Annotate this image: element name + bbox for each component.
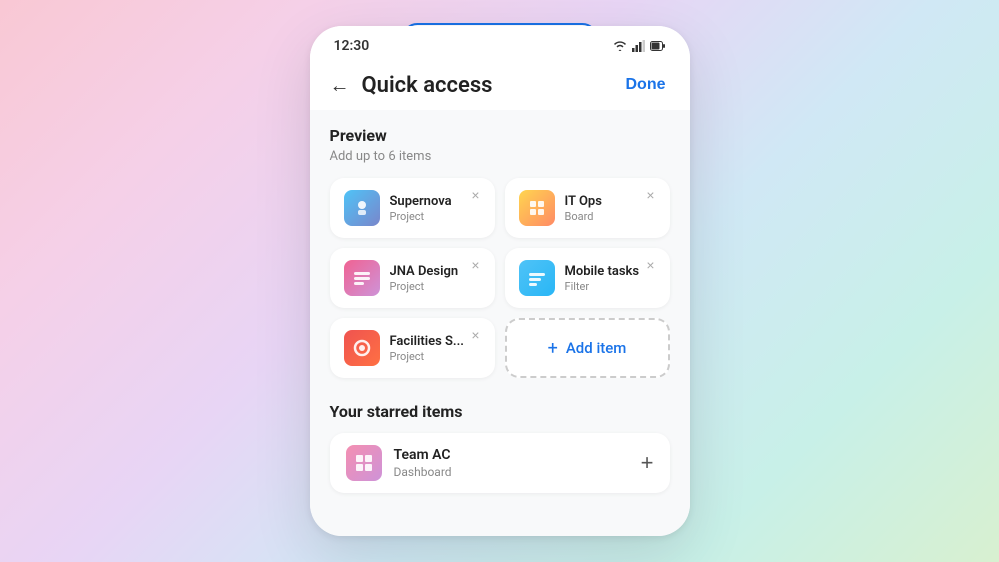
- supernova-icon: [344, 190, 380, 226]
- list-item: Supernova Project ×: [330, 178, 495, 238]
- list-item: JNA Design Project ×: [330, 248, 495, 308]
- jna-icon: [344, 260, 380, 296]
- team-ac-info: Team AC Dashboard: [394, 447, 629, 479]
- team-ac-type: Dashboard: [394, 465, 629, 479]
- supernova-type: Project: [390, 210, 481, 223]
- team-ac-name: Team AC: [394, 447, 629, 463]
- starred-section: Your starred items Team AC Dashboard +: [330, 402, 670, 493]
- remove-mobile-button[interactable]: ×: [642, 256, 660, 274]
- list-item: Facilities S... Project ×: [330, 318, 495, 378]
- status-icons: [612, 40, 666, 52]
- facilities-icon: [344, 330, 380, 366]
- add-item-plus-icon: +: [548, 338, 558, 359]
- remove-itops-button[interactable]: ×: [642, 186, 660, 204]
- status-bar: 12:30: [310, 26, 690, 62]
- remove-jna-button[interactable]: ×: [467, 256, 485, 274]
- starred-title: Your starred items: [330, 402, 670, 421]
- itops-type: Board: [565, 210, 656, 223]
- itops-icon: [519, 190, 555, 226]
- header-left: ← Quick access: [330, 73, 493, 98]
- list-item: Team AC Dashboard +: [330, 433, 670, 493]
- battery-icon: [650, 41, 666, 51]
- done-button[interactable]: Done: [622, 72, 670, 98]
- remove-facilities-button[interactable]: ×: [467, 326, 485, 344]
- remove-supernova-button[interactable]: ×: [467, 186, 485, 204]
- back-button[interactable]: ←: [330, 73, 350, 98]
- add-item-label: Add item: [566, 339, 627, 357]
- list-item: Mobile tasks Filter ×: [505, 248, 670, 308]
- wifi-icon: [612, 40, 628, 52]
- mobile-type: Filter: [565, 280, 656, 293]
- list-item: IT Ops Board ×: [505, 178, 670, 238]
- add-item-button[interactable]: + Add item: [505, 318, 670, 378]
- facilities-type: Project: [390, 350, 481, 363]
- mobile-icon: [519, 260, 555, 296]
- items-grid: Supernova Project ×: [330, 178, 670, 378]
- phone-frame: 12:30 ← Qu: [310, 26, 690, 536]
- page-title: Quick access: [362, 73, 493, 98]
- preview-title: Preview: [330, 126, 670, 145]
- header: ← Quick access Done: [310, 62, 690, 110]
- status-time: 12:30: [334, 38, 370, 54]
- add-team-ac-button[interactable]: +: [641, 450, 654, 476]
- content-area: Preview Add up to 6 items Supernova Proj…: [310, 110, 690, 536]
- preview-section: Preview Add up to 6 items Supernova Proj…: [330, 126, 670, 378]
- team-ac-icon: [346, 445, 382, 481]
- jna-type: Project: [390, 280, 481, 293]
- preview-subtitle: Add up to 6 items: [330, 149, 670, 164]
- signal-icon: [632, 40, 646, 52]
